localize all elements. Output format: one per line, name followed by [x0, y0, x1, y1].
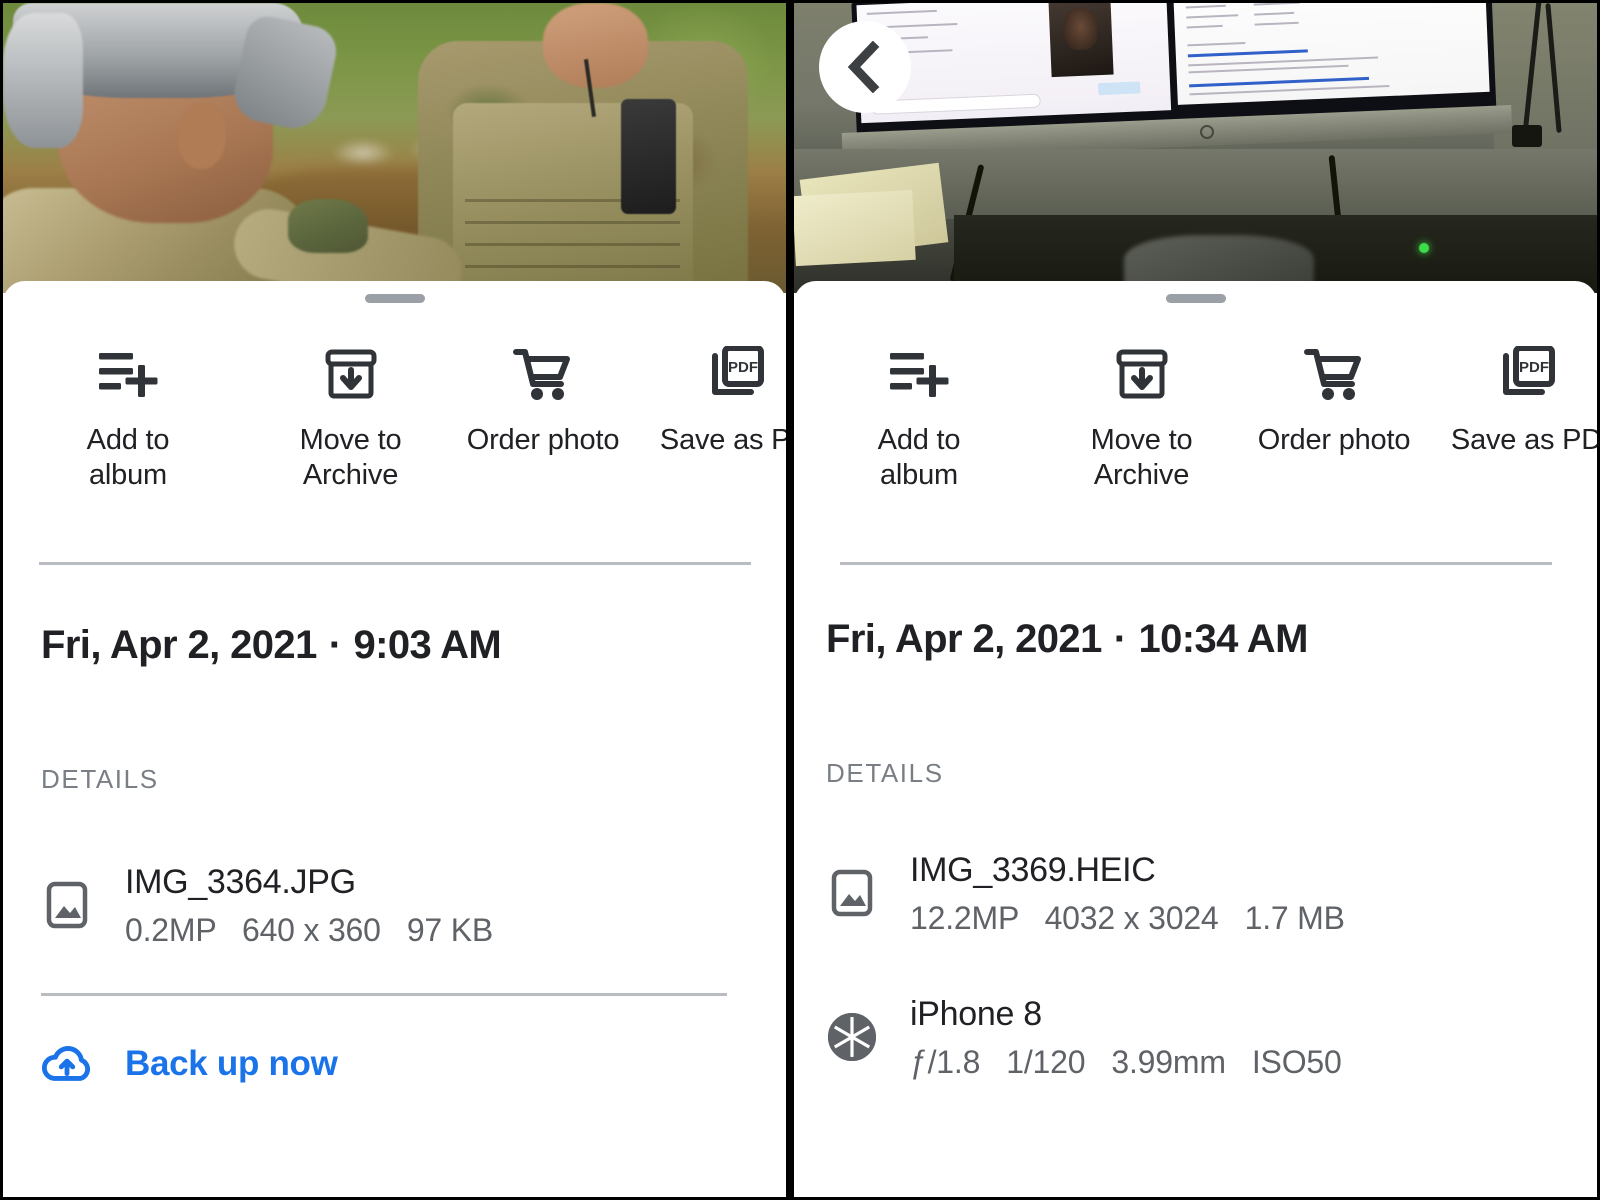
photo-decor-soldier-right-head — [543, 3, 648, 88]
photo-preview-soldiers[interactable] — [3, 3, 786, 293]
action-add-to-album[interactable]: Add to album — [794, 345, 1044, 494]
details-section: DETAILS IMG_3369.HEIC 12.2MP 4032 x 3024… — [794, 662, 1597, 1081]
info-bottom-sheet: Add to album Move to Archive Order photo… — [3, 281, 786, 1197]
photo-decor-portrait — [1048, 3, 1114, 78]
archive-icon — [1114, 345, 1170, 403]
backup-now-button[interactable]: Back up now — [41, 1038, 786, 1090]
action-label: Move to Archive — [1090, 424, 1193, 492]
action-save-as-pdf[interactable]: PDF Save as PD — [1429, 345, 1597, 458]
details-heading: DETAILS — [826, 757, 944, 788]
action-move-to-archive[interactable]: Move to Archive — [253, 345, 448, 494]
action-bar: Add to album Move to Archive Order photo… — [3, 303, 786, 494]
action-label: Save as PD — [659, 424, 786, 456]
aperture-icon — [826, 1011, 878, 1063]
photo-decor-papers-b — [794, 189, 916, 267]
shopping-cart-icon — [513, 345, 573, 403]
details-heading: DETAILS — [41, 763, 159, 794]
detail-row-camera[interactable]: iPhone 8 ƒ/1.8 1/120 3.99mm ISO50 — [826, 995, 1597, 1081]
backup-now-label: Back up now — [125, 1043, 338, 1083]
action-label: Add to album — [877, 424, 961, 492]
camera-settings: ƒ/1.8 1/120 3.99mm ISO50 — [910, 1043, 1342, 1080]
photo-decor-screen-right — [1173, 3, 1490, 105]
datetime-separator: · — [328, 622, 342, 667]
file-meta: 12.2MP 4032 x 3024 1.7 MB — [910, 899, 1345, 936]
detail-text: IMG_3369.HEIC 12.2MP 4032 x 3024 1.7 MB — [910, 851, 1345, 937]
datetime-row[interactable]: Fri, Apr 2, 2021 · 10:34 AM — [794, 565, 1597, 662]
photo-decor-glove — [288, 199, 368, 253]
photo-decor-button — [1097, 81, 1141, 96]
photo-detail-panel-right: Add to album Move to Archive Order photo… — [790, 0, 1600, 1200]
photo-detail-panel-left: Add to album Move to Archive Order photo… — [0, 0, 790, 1200]
save-as-pdf-icon: PDF — [1498, 345, 1556, 403]
svg-text:PDF: PDF — [1519, 359, 1549, 376]
file-meta: 0.2MP 640 x 360 97 KB — [125, 911, 493, 948]
action-label: Order photo — [1257, 424, 1411, 456]
details-row-divider — [41, 992, 727, 996]
details-section: DETAILS IMG_3364.JPG 0.2MP 640 x 360 97 … — [3, 668, 786, 1090]
photo-decor-wall — [1494, 3, 1597, 163]
shopping-cart-icon — [1304, 345, 1364, 403]
add-to-album-icon — [888, 345, 950, 403]
photo-decor-led — [1419, 243, 1429, 253]
photo-decor-plug — [1512, 125, 1542, 147]
action-label: Order photo — [466, 424, 620, 456]
file-name: IMG_3369.HEIC — [910, 850, 1156, 889]
action-bar: Add to album Move to Archive Order photo… — [794, 303, 1597, 494]
back-button[interactable] — [819, 21, 911, 113]
detail-text: iPhone 8 ƒ/1.8 1/120 3.99mm ISO50 — [910, 995, 1342, 1081]
image-file-icon — [41, 879, 93, 931]
datetime-row[interactable]: Fri, Apr 2, 2021 · 9:03 AM — [3, 565, 786, 668]
detail-text: IMG_3364.JPG 0.2MP 640 x 360 97 KB — [125, 863, 493, 949]
file-name: IMG_3364.JPG — [125, 862, 356, 901]
sheet-drag-handle[interactable] — [1165, 294, 1226, 303]
photo-decor-radio — [621, 99, 676, 214]
photo-decor-ear — [178, 103, 226, 169]
photo-preview-desk[interactable] — [794, 3, 1597, 293]
chevron-left-icon — [842, 41, 888, 93]
datetime-separator: · — [1113, 616, 1127, 661]
sheet-drag-handle[interactable] — [364, 294, 425, 303]
action-label: Add to album — [86, 424, 170, 492]
detail-row-file[interactable]: IMG_3364.JPG 0.2MP 640 x 360 97 KB — [41, 863, 786, 949]
photo-decor-headset-earcup — [3, 13, 83, 148]
save-as-pdf-icon: PDF — [707, 345, 765, 403]
detail-row-file[interactable]: IMG_3369.HEIC 12.2MP 4032 x 3024 1.7 MB — [826, 851, 1597, 937]
capture-date: Fri, Apr 2, 2021 — [41, 622, 317, 667]
info-bottom-sheet: Add to album Move to Archive Order photo… — [794, 281, 1597, 1197]
image-file-icon — [826, 867, 878, 919]
action-save-as-pdf[interactable]: PDF Save as PD — [638, 345, 786, 458]
cloud-upload-icon — [41, 1038, 93, 1090]
camera-model: iPhone 8 — [910, 994, 1042, 1033]
action-move-to-archive[interactable]: Move to Archive — [1044, 345, 1239, 494]
capture-date: Fri, Apr 2, 2021 — [826, 616, 1102, 661]
archive-icon — [323, 345, 379, 403]
svg-text:PDF: PDF — [728, 359, 758, 376]
capture-time: 9:03 AM — [353, 622, 502, 667]
action-add-to-album[interactable]: Add to album — [3, 345, 253, 494]
capture-time: 10:34 AM — [1138, 616, 1308, 661]
comparison-screenshot: Add to album Move to Archive Order photo… — [0, 0, 1600, 1200]
add-to-album-icon — [97, 345, 159, 403]
action-order-photo[interactable]: Order photo — [1239, 345, 1429, 458]
action-label: Move to Archive — [299, 424, 402, 492]
action-order-photo[interactable]: Order photo — [448, 345, 638, 458]
action-label: Save as PD — [1450, 424, 1597, 456]
